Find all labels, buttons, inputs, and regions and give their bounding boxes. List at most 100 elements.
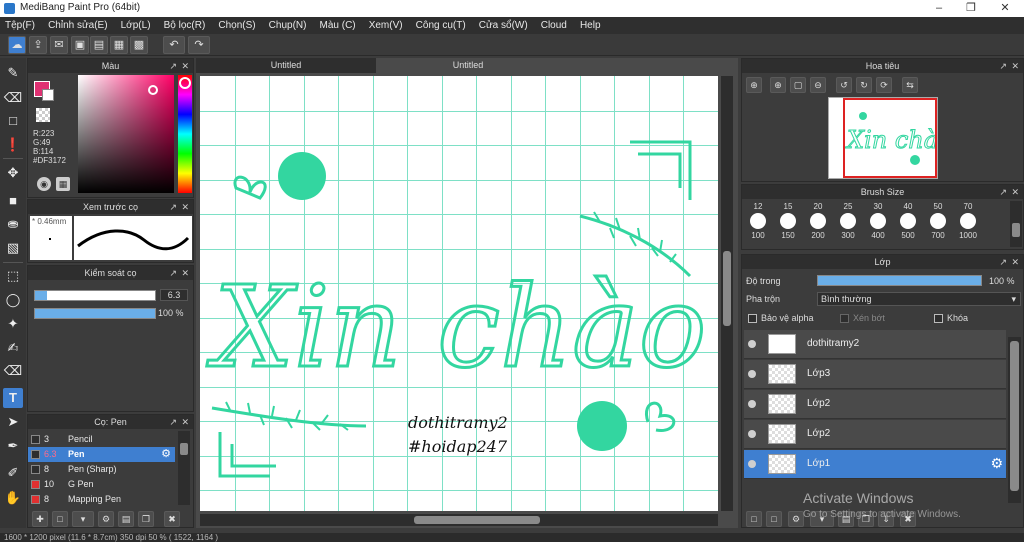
float-icon[interactable]: ↗: [169, 415, 177, 429]
gradient-tool-icon[interactable]: ▧: [3, 238, 23, 258]
select-pen-tool-icon[interactable]: ✍: [3, 338, 23, 358]
chat-icon[interactable]: ▣: [71, 36, 89, 54]
color-picker-cursor[interactable]: [148, 85, 158, 95]
maximize-button[interactable]: ❐: [956, 0, 986, 17]
fit-icon[interactable]: ▢: [790, 77, 806, 93]
blend-mode-select[interactable]: Bình thường ▾: [817, 292, 1021, 306]
brush-item-mapping-pen[interactable]: 8 Mapping Pen: [28, 492, 175, 507]
brush-size-value[interactable]: 6.3: [160, 289, 188, 301]
close-icon[interactable]: ✕: [181, 415, 189, 429]
layer-list-scroll-thumb[interactable]: [1010, 341, 1019, 491]
rotate-left-icon[interactable]: ↺: [836, 77, 852, 93]
brush-size-preset[interactable]: 15 150: [774, 202, 802, 240]
menu-cloud[interactable]: Cloud: [536, 17, 572, 34]
move-tool-icon[interactable]: ✥: [3, 163, 23, 183]
menu-window[interactable]: Cửa sổ(W): [474, 17, 533, 34]
navigator-preview[interactable]: Xin chào: [828, 97, 938, 179]
brush-size-scrollbar[interactable]: [1010, 201, 1022, 247]
fill-rect-tool-icon[interactable]: ■: [3, 191, 23, 211]
menu-help[interactable]: Help: [575, 17, 606, 34]
transparent-color-swatch[interactable]: [36, 108, 50, 122]
canvas-horizontal-scrollbar[interactable]: [200, 514, 718, 526]
brush-size-preset[interactable]: 30 400: [864, 202, 892, 240]
undo-icon[interactable]: ↶: [163, 36, 185, 54]
brush-size-preset[interactable]: 20 200: [804, 202, 832, 240]
menu-view[interactable]: Xem(V): [364, 17, 408, 34]
share-icon[interactable]: ⇪: [29, 36, 47, 54]
close-icon[interactable]: ✕: [181, 200, 189, 214]
add-brush-icon[interactable]: ✚: [32, 511, 48, 527]
eye-icon[interactable]: [748, 430, 756, 438]
layer-item-dothitramy2[interactable]: dothitramy2: [744, 330, 1006, 359]
layer-list-scrollbar[interactable]: [1008, 337, 1021, 503]
lock-checkbox[interactable]: [934, 314, 943, 323]
brush-settings-icon[interactable]: ⚙: [98, 511, 114, 527]
secondary-color-swatch[interactable]: [42, 89, 54, 101]
layer-opacity-slider[interactable]: [817, 275, 982, 286]
menu-filter[interactable]: Bộ lọc(R): [159, 17, 211, 34]
gear-icon[interactable]: ⚙: [161, 447, 171, 462]
layer-item-lop3[interactable]: Lớp3: [744, 360, 1006, 389]
brush-list-scrollbar[interactable]: [178, 431, 190, 505]
menu-edit[interactable]: Chỉnh sửa(E): [43, 17, 113, 34]
color-palette-icon[interactable]: ▦: [56, 177, 70, 191]
menu-color[interactable]: Màu (C): [315, 17, 361, 34]
menu-file[interactable]: Tệp(F): [0, 17, 40, 34]
close-icon[interactable]: ✕: [1011, 185, 1019, 199]
zoom-in-icon[interactable]: ⊕: [746, 77, 762, 93]
clipping-checkbox[interactable]: [840, 314, 849, 323]
eye-icon[interactable]: [748, 370, 756, 378]
brush-size-scroll-thumb[interactable]: [1012, 223, 1020, 237]
reset-rotation-icon[interactable]: ⟳: [876, 77, 892, 93]
close-button[interactable]: ✕: [990, 0, 1020, 17]
delete-brush-icon[interactable]: ✖: [164, 511, 180, 527]
close-icon[interactable]: ✕: [1011, 59, 1019, 73]
tab-untitled-1[interactable]: Untitled: [196, 58, 376, 73]
new-layer-icon[interactable]: □: [746, 511, 762, 527]
hue-slider[interactable]: [178, 75, 192, 193]
redo-icon[interactable]: ↷: [188, 36, 210, 54]
eye-icon[interactable]: [748, 460, 756, 468]
text-tool-icon[interactable]: T: [3, 388, 23, 408]
tab-untitled-2[interactable]: Untitled: [378, 58, 558, 73]
zoom-in-alt-icon[interactable]: ⊕: [770, 77, 786, 93]
float-icon[interactable]: ↗: [169, 266, 177, 280]
grid-icon[interactable]: ▩: [130, 36, 148, 54]
layer-item-lop1[interactable]: Lớp1 ⚙: [744, 450, 1006, 479]
rectangle-tool-icon[interactable]: □: [3, 111, 23, 131]
eye-icon[interactable]: [748, 400, 756, 408]
brush-list-scroll-thumb[interactable]: [180, 443, 188, 455]
brush-size-slider[interactable]: [34, 290, 156, 301]
operation-tool-icon[interactable]: ➤: [3, 412, 23, 432]
layer-item-lop2-a[interactable]: Lớp2: [744, 390, 1006, 419]
brush-item-pen[interactable]: 6.3 Pen ⚙: [28, 447, 175, 462]
brush-item-pencil[interactable]: 3 Pencil: [28, 432, 175, 447]
float-icon[interactable]: ↗: [999, 59, 1007, 73]
flip-icon[interactable]: ⇆: [902, 77, 918, 93]
brush-size-preset[interactable]: 70 1000: [954, 202, 982, 240]
brush-size-preset[interactable]: 25 300: [834, 202, 862, 240]
brush-folder-icon[interactable]: ▤: [118, 511, 134, 527]
duplicate-brush-icon[interactable]: ❐: [138, 511, 154, 527]
new-layer-alt-icon[interactable]: □: [766, 511, 782, 527]
new-brush-icon[interactable]: □: [52, 511, 68, 527]
brush-tool-icon[interactable]: ✎: [3, 63, 23, 83]
menu-select[interactable]: Chọn(S): [213, 17, 260, 34]
zoom-out-icon[interactable]: ⊖: [810, 77, 826, 93]
eyedropper-tool-icon[interactable]: ✐: [3, 463, 23, 483]
menu-tools[interactable]: Công cụ(T): [411, 17, 471, 34]
dot-tool-icon[interactable]: ❗: [3, 135, 23, 155]
eraser-tool-icon[interactable]: ⌫: [3, 88, 23, 108]
float-icon[interactable]: ↗: [999, 185, 1007, 199]
select-rect-tool-icon[interactable]: ⬚: [3, 266, 23, 286]
brush-opacity-slider[interactable]: [34, 308, 156, 319]
menu-layer[interactable]: Lớp(L): [116, 17, 156, 34]
hue-cursor[interactable]: [179, 77, 191, 89]
divide-tool-icon[interactable]: ✒: [3, 436, 23, 456]
layer-settings-icon[interactable]: ⚙: [788, 511, 804, 527]
canvas-horizontal-scroll-thumb[interactable]: [414, 516, 540, 524]
storyboard-icon[interactable]: ▦: [110, 36, 128, 54]
rotate-right-icon[interactable]: ↻: [856, 77, 872, 93]
comment-icon[interactable]: ✉: [50, 36, 68, 54]
brush-size-preset[interactable]: 40 500: [894, 202, 922, 240]
